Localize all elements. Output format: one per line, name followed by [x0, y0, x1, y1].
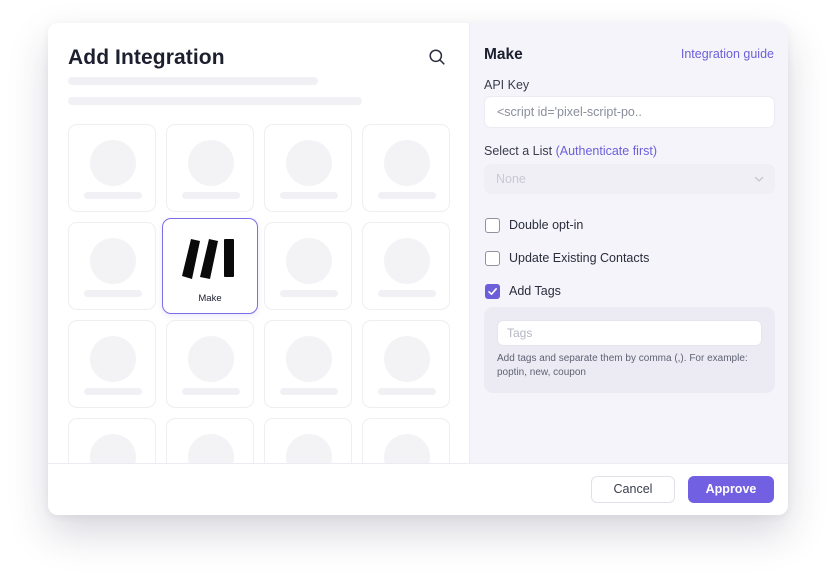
- authenticate-hint: (Authenticate first): [555, 144, 658, 158]
- checkbox-unchecked-icon[interactable]: [485, 250, 500, 266]
- cancel-button[interactable]: Cancel: [591, 476, 675, 503]
- checkbox-label: Update Existing Contacts: [509, 251, 650, 265]
- integration-list-pane: Add Integration Make: [48, 23, 469, 463]
- integration-card-placeholder: [362, 418, 450, 463]
- list-select-value: None: [496, 172, 526, 186]
- select-list-label-text: Select a List: [484, 144, 553, 158]
- checkbox-checked-icon[interactable]: [485, 283, 500, 299]
- search-icon[interactable]: [428, 48, 446, 66]
- integration-card-make[interactable]: Make: [162, 218, 258, 314]
- integration-card-placeholder: [264, 320, 352, 408]
- make-logo-icon: [182, 239, 234, 279]
- integration-card-placeholder: [166, 124, 254, 212]
- integration-card-placeholder: [362, 124, 450, 212]
- select-list-label: Select a List (Authenticate first): [484, 144, 657, 158]
- integration-card-placeholder: [68, 222, 156, 310]
- double-opt-in-checkbox[interactable]: Double opt-in: [485, 216, 583, 234]
- list-select[interactable]: None: [484, 164, 775, 194]
- integration-card-placeholder: [362, 222, 450, 310]
- integration-title: Make: [484, 46, 523, 63]
- modal-footer: Cancel Approve: [48, 463, 788, 515]
- integration-card-placeholder: [264, 124, 352, 212]
- api-key-label: API Key: [484, 78, 530, 92]
- integration-card-placeholder: [166, 418, 254, 463]
- integration-card-placeholder: [68, 320, 156, 408]
- integration-card-placeholder: [68, 418, 156, 463]
- integration-card-placeholder: [68, 124, 156, 212]
- skeleton-line: [68, 97, 362, 105]
- integration-card-label: Make: [198, 293, 222, 304]
- skeleton-line: [68, 77, 318, 85]
- integration-card-placeholder: [166, 320, 254, 408]
- integration-card-placeholder: [264, 222, 352, 310]
- update-contacts-checkbox[interactable]: Update Existing Contacts: [485, 249, 649, 267]
- checkbox-label: Add Tags: [509, 284, 561, 298]
- add-tags-checkbox[interactable]: Add Tags: [485, 282, 561, 300]
- modal-title: Add Integration: [68, 46, 225, 69]
- checkbox-label: Double opt-in: [509, 218, 584, 232]
- tags-input[interactable]: Tags: [497, 320, 762, 346]
- tags-panel: Tags Add tags and separate them by comma…: [484, 307, 775, 393]
- add-integration-modal: Add Integration Make Make Integration gu…: [48, 23, 788, 515]
- integration-card-placeholder: [362, 320, 450, 408]
- integration-settings-pane: Make Integration guide API Key <script i…: [469, 23, 788, 463]
- api-key-input[interactable]: <script id='pixel-script-po..: [484, 96, 775, 128]
- chevron-down-icon: [754, 176, 764, 182]
- approve-button[interactable]: Approve: [688, 476, 774, 503]
- integration-card-placeholder: [264, 418, 352, 463]
- integration-guide-link[interactable]: Integration guide: [681, 47, 774, 61]
- tags-help-text: Add tags and separate them by comma (,).…: [497, 353, 748, 378]
- checkbox-unchecked-icon[interactable]: [485, 217, 500, 233]
